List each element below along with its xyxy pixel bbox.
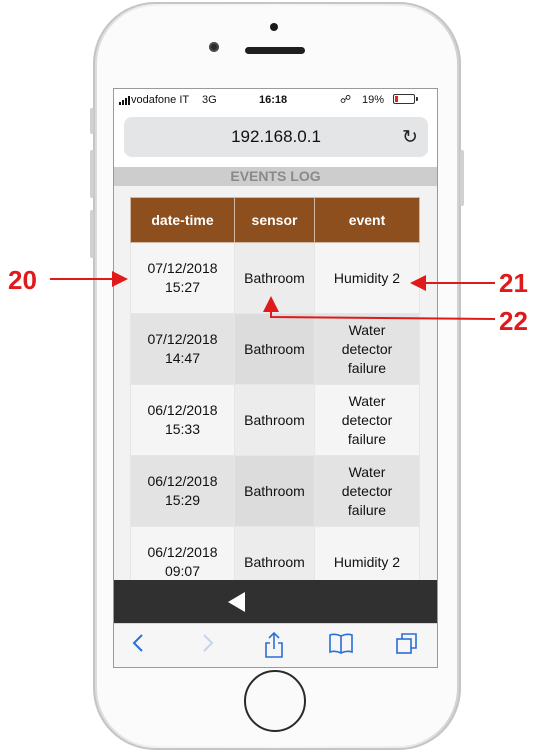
annotation-arrows	[50, 271, 496, 320]
annotation-arrow-22	[263, 296, 496, 320]
